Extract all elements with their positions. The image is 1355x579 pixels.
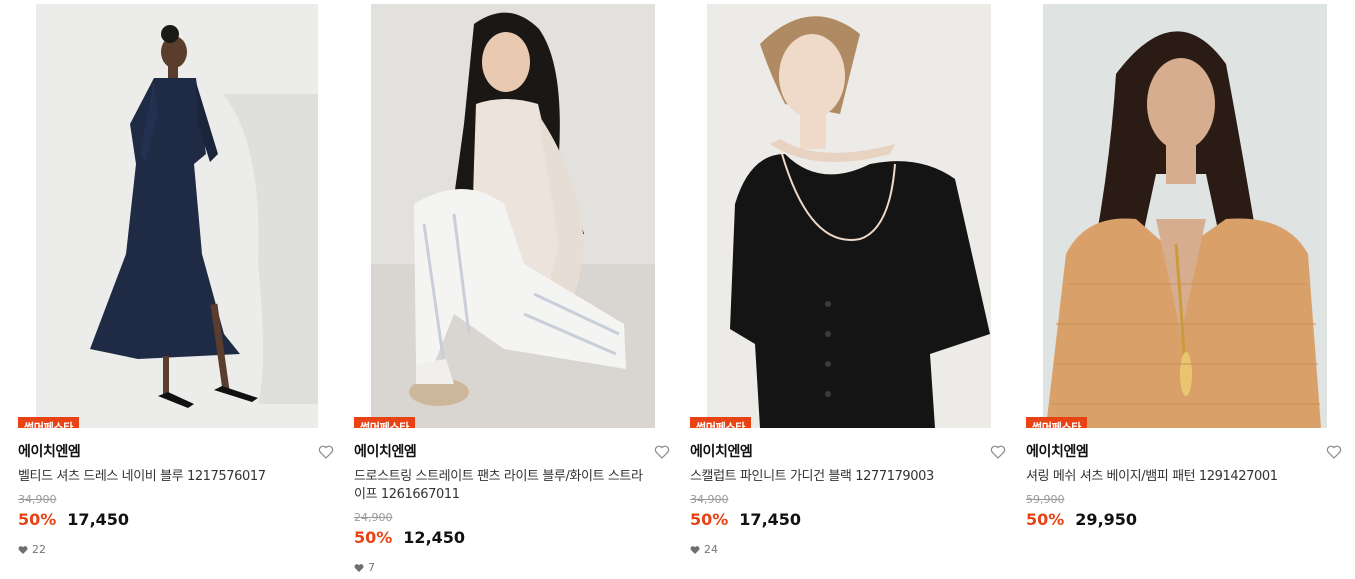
photo-model-beige-mesh-shirt-icon (1026, 4, 1344, 428)
wishlist-heart-icon[interactable] (990, 444, 1006, 460)
product-card[interactable]: 썸머페스타 에이치엔엠 스캘럽트 파인니트 가디건 블랙 1277179003 … (690, 4, 1008, 556)
photo-model-navy-shirt-dress-icon (18, 4, 336, 428)
sale-price: 17,450 (739, 510, 802, 529)
product-info: 에이치엔엠 벨티드 셔츠 드레스 네이비 블루 1217576017 34,90… (18, 428, 336, 556)
brand-name[interactable]: 에이치엔엠 (18, 443, 336, 461)
product-image[interactable]: 썸머페스타 (354, 4, 672, 428)
product-grid: 썸머페스타 에이치엔엠 벨티드 셔츠 드레스 네이비 블루 1217576017… (0, 0, 1355, 579)
original-price: 34,900 (690, 493, 729, 506)
like-count: 24 (690, 544, 1008, 556)
photo-model-striped-pants-icon (354, 4, 672, 428)
wishlist-heart-icon[interactable] (318, 444, 334, 460)
product-title[interactable]: 벨티드 셔츠 드레스 네이비 블루 1217576017 (18, 468, 308, 486)
discount-rate: 50% (354, 528, 393, 547)
heart-filled-icon (690, 545, 700, 555)
price-row: 50% 29,950 (1026, 510, 1344, 530)
promo-badge: 썸머페스타 (1026, 417, 1088, 428)
brand-name[interactable]: 에이치엔엠 (1026, 443, 1344, 461)
price-row: 50% 17,450 (690, 510, 1008, 530)
discount-rate: 50% (690, 510, 729, 529)
product-title[interactable]: 스캘럽트 파인니트 가디건 블랙 1277179003 (690, 468, 980, 486)
product-image[interactable]: 썸머페스타 (1026, 4, 1344, 428)
discount-rate: 50% (18, 510, 57, 529)
like-count-value: 24 (704, 543, 718, 556)
discount-rate: 50% (1026, 510, 1065, 529)
product-image[interactable]: 썸머페스타 (18, 4, 336, 428)
brand-name[interactable]: 에이치엔엠 (690, 443, 1008, 461)
original-price: 34,900 (18, 493, 57, 506)
like-count: 7 (354, 562, 672, 574)
photo-model-black-cardigan-icon (690, 4, 1008, 428)
like-count: 22 (18, 544, 336, 556)
product-card[interactable]: 썸머페스타 에이치엔엠 드로스트링 스트레이트 팬츠 라이트 블루/화이트 스트… (354, 4, 672, 574)
promo-badge: 썸머페스타 (354, 417, 416, 428)
sale-price: 12,450 (403, 528, 466, 547)
heart-filled-icon (18, 545, 28, 555)
brand-name[interactable]: 에이치엔엠 (354, 443, 672, 461)
heart-filled-icon (354, 563, 364, 573)
promo-badge: 썸머페스타 (18, 417, 80, 428)
product-title[interactable]: 셔링 메쉬 셔츠 베이지/뱀피 패턴 1291427001 (1026, 468, 1316, 486)
product-info: 에이치엔엠 드로스트링 스트레이트 팬츠 라이트 블루/화이트 스트라이프 12… (354, 428, 672, 574)
promo-badge: 썸머페스타 (690, 417, 752, 428)
product-info: 에이치엔엠 셔링 메쉬 셔츠 베이지/뱀피 패턴 1291427001 59,9… (1026, 428, 1344, 530)
like-count-value: 22 (32, 543, 46, 556)
product-info: 에이치엔엠 스캘럽트 파인니트 가디건 블랙 1277179003 34,900… (690, 428, 1008, 556)
sale-price: 17,450 (67, 510, 130, 529)
wishlist-heart-icon[interactable] (1326, 444, 1342, 460)
sale-price: 29,950 (1075, 510, 1138, 529)
original-price: 59,900 (1026, 493, 1065, 506)
product-title[interactable]: 드로스트링 스트레이트 팬츠 라이트 블루/화이트 스트라이프 12616670… (354, 468, 644, 504)
like-count-value: 7 (368, 561, 375, 574)
price-row: 50% 17,450 (18, 510, 336, 530)
wishlist-heart-icon[interactable] (654, 444, 670, 460)
original-price: 24,900 (354, 511, 393, 524)
product-image[interactable]: 썸머페스타 (690, 4, 1008, 428)
product-card[interactable]: 썸머페스타 에이치엔엠 벨티드 셔츠 드레스 네이비 블루 1217576017… (18, 4, 336, 556)
price-row: 50% 12,450 (354, 528, 672, 548)
product-card[interactable]: 썸머페스타 에이치엔엠 셔링 메쉬 셔츠 베이지/뱀피 패턴 129142700… (1026, 4, 1344, 530)
